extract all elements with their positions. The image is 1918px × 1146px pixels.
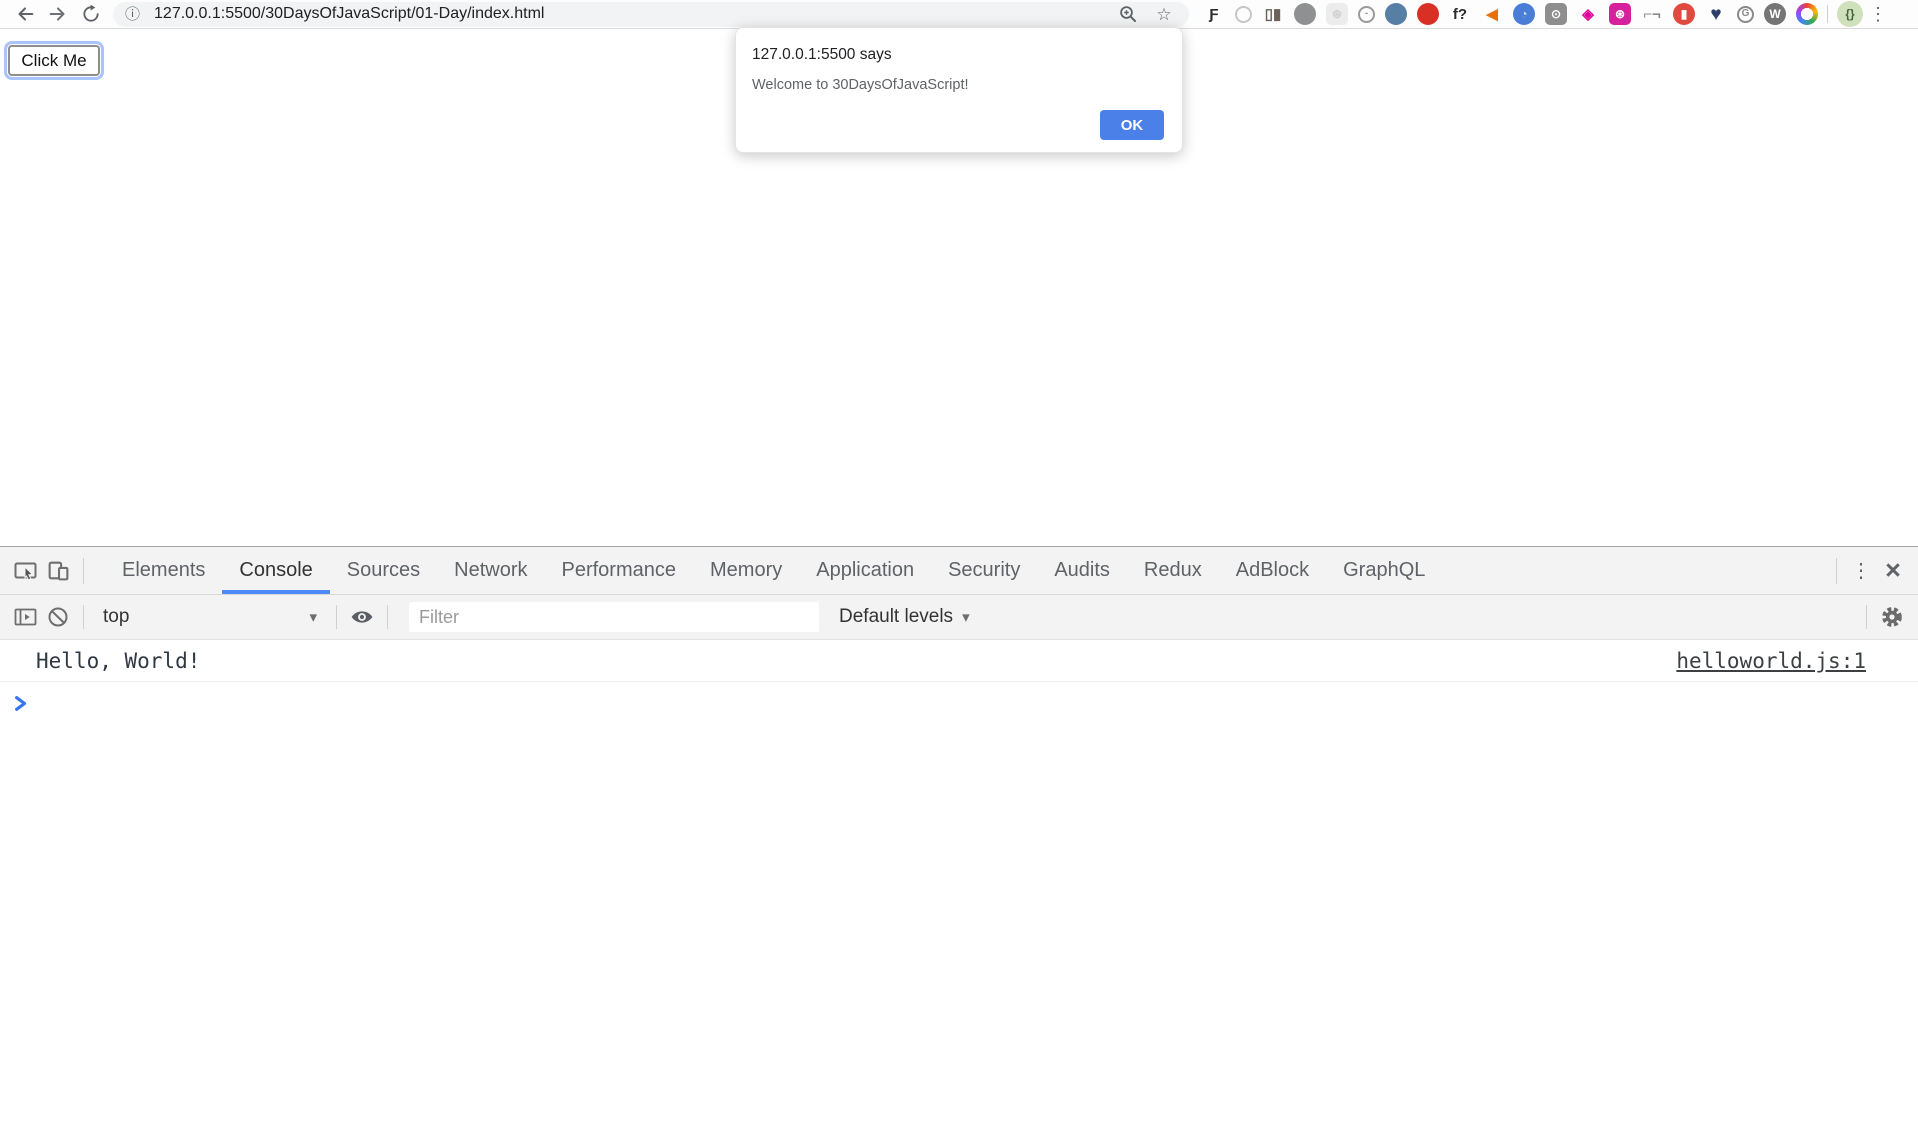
tab-adblock[interactable]: AdBlock [1219,547,1326,594]
bookmark-icon[interactable]: ▮ [1673,3,1695,25]
device-toolbar-icon[interactable] [42,553,74,589]
devtools-close-icon[interactable]: × [1876,553,1910,589]
f-question-icon[interactable]: f? [1449,3,1471,25]
tab-sources[interactable]: Sources [330,547,437,594]
tab-audits[interactable]: Audits [1037,547,1127,594]
graphql-icon[interactable]: ◈ [1577,3,1599,25]
profile-avatar[interactable]: {} [1837,1,1863,27]
eye-icon[interactable] [346,599,378,635]
filter-input[interactable] [409,602,819,632]
console-prompt-icon [13,695,30,712]
tab-performance[interactable]: Performance [545,547,694,594]
devtools-menu-icon[interactable]: ⋮ [1846,553,1876,589]
console-message-row: Hello, World!helloworld.js:1 [0,640,1918,682]
eyedropper-icon[interactable] [1385,3,1407,25]
blue-orb-icon[interactable]: ◔ [1513,3,1535,25]
tab-network[interactable]: Network [437,547,544,594]
chevron-down-icon: ▾ [309,608,317,626]
back-icon[interactable] [8,0,41,28]
site-info-icon[interactable]: ⓘ [125,7,140,22]
browser-toolbar: ⓘ 127.0.0.1:5500/30DaysOfJavaScript/01-D… [0,0,1918,29]
extensions-area: Ƒ▯▮⊛-f?◀◔⊙◈⊛⌐¬▮♥GW [1203,3,1818,25]
console-prompt-row[interactable] [0,682,1918,724]
camera-icon[interactable]: ⊙ [1545,3,1567,25]
clear-console-icon[interactable] [42,599,74,635]
toolbar-divider [1827,5,1828,23]
console-drawer-icon[interactable] [10,599,42,635]
forward-icon[interactable] [41,0,74,28]
tab-security[interactable]: Security [931,547,1037,594]
browser-menu-icon[interactable]: ⋮ [1863,0,1893,28]
tabbar-right-divider [1836,558,1837,584]
alert-title: 127.0.0.1:5500 says [752,46,1166,64]
bug-icon[interactable] [1294,3,1316,25]
parens-icon[interactable]: - [1358,6,1375,23]
settings-divider [1866,605,1867,629]
log-text: Hello, World! [36,649,1676,673]
log-source-link[interactable]: helloworld.js:1 [1676,649,1866,673]
tab-application[interactable]: Application [799,547,931,594]
click-me-button[interactable]: Click Me [8,45,100,76]
hand-stop-icon[interactable] [1417,3,1439,25]
console-toolbar-divider [83,605,84,629]
fonts-ninja-icon[interactable]: Ƒ [1203,3,1225,25]
reload-icon[interactable] [74,0,107,28]
context-label: top [103,606,129,628]
zoom-icon[interactable] [1115,2,1141,26]
console-toolbar-divider3 [387,605,388,629]
side-panels-icon[interactable]: ▯▮ [1262,3,1284,25]
url-bar[interactable]: ⓘ 127.0.0.1:5500/30DaysOfJavaScript/01-D… [113,2,1189,27]
megaphone-icon[interactable]: ◀ [1481,3,1503,25]
lens-icon[interactable] [1235,6,1252,23]
heart-search-icon[interactable]: ♥ [1705,3,1727,25]
console-messages: Hello, World!helloworld.js:1 [0,640,1918,682]
alert-message: Welcome to 30DaysOfJavaScript! [752,77,1166,93]
ok-button[interactable]: OK [1100,110,1164,140]
molecule-icon[interactable]: ⊛ [1326,3,1348,25]
chevron-down-icon: ▾ [962,608,970,626]
log-levels-label: Default levels [839,606,953,628]
context-selector[interactable]: top ▾ [93,601,327,633]
devtools-tabs: ElementsConsoleSourcesNetworkPerformance… [105,547,1442,594]
w-circle-icon[interactable]: W [1764,3,1786,25]
alert-dialog: 127.0.0.1:5500 says Welcome to 30DaysOfJ… [735,27,1183,153]
log-levels-selector[interactable]: Default levels ▾ [833,606,976,628]
url-text[interactable]: 127.0.0.1:5500/30DaysOfJavaScript/01-Day… [154,5,1105,23]
gear-ext-icon[interactable]: ⊛ [1609,3,1631,25]
corner-arrows-icon[interactable]: ⌐¬ [1641,3,1663,25]
tab-graphql[interactable]: GraphQL [1326,547,1442,594]
inspect-icon[interactable] [10,553,42,589]
tab-elements[interactable]: Elements [105,547,222,594]
tabbar-divider [83,558,84,584]
settings-gear-icon[interactable] [1876,599,1908,635]
rainbow-ring-icon[interactable] [1796,3,1818,25]
console-toolbar-divider2 [336,605,337,629]
bookmark-star-icon[interactable]: ☆ [1151,2,1177,26]
devtools-panel: ElementsConsoleSourcesNetworkPerformance… [0,546,1918,1146]
tab-redux[interactable]: Redux [1127,547,1219,594]
tab-memory[interactable]: Memory [693,547,799,594]
console-toolbar: top ▾ Default levels ▾ [0,595,1918,640]
g-ring-icon[interactable]: G [1737,6,1754,23]
devtools-tab-bar: ElementsConsoleSourcesNetworkPerformance… [0,546,1918,595]
tab-console[interactable]: Console [222,547,329,594]
